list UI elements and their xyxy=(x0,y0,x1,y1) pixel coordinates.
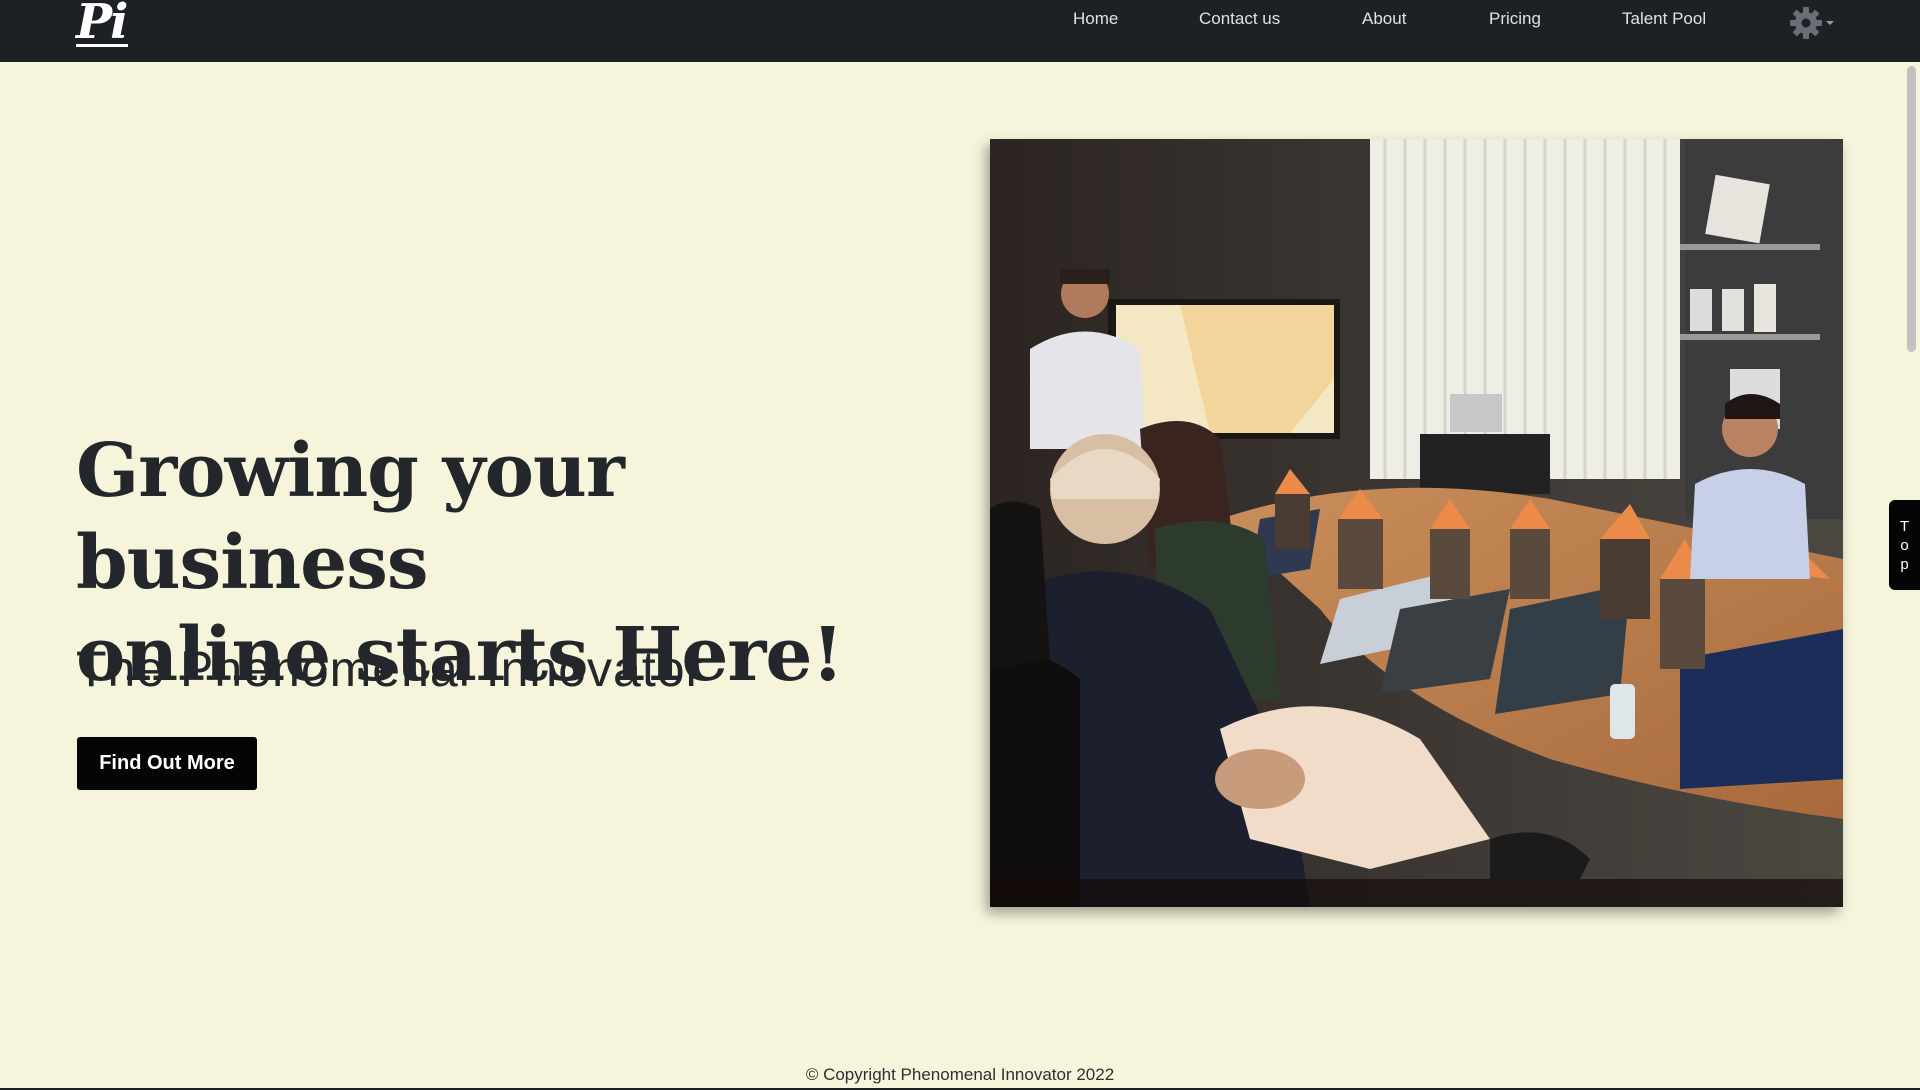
nav-link-about[interactable]: About xyxy=(1362,9,1406,29)
hero-photo xyxy=(990,139,1843,907)
nav-link-talent-pool[interactable]: Talent Pool xyxy=(1622,9,1706,29)
scrollbar-thumb[interactable] xyxy=(1907,66,1916,352)
navbar: Pi Home Contact us About Pricing Talent … xyxy=(0,0,1920,62)
footer-copyright: © Copyright Phenomenal Innovator 2022 xyxy=(805,1065,1115,1084)
hero-title-line-1: Growing your business xyxy=(76,428,625,606)
settings-dropdown[interactable] xyxy=(1789,6,1837,40)
find-out-more-button[interactable]: Find Out More xyxy=(77,737,257,790)
logo[interactable]: Pi xyxy=(76,0,128,48)
hero-subtitle: The Phenomenal Innovator xyxy=(76,641,704,697)
logo-underline xyxy=(76,44,128,47)
gear-icon xyxy=(1790,7,1834,39)
nav-link-pricing[interactable]: Pricing xyxy=(1489,9,1541,29)
chevron-down-icon xyxy=(1826,21,1834,25)
meeting-room-illustration xyxy=(990,139,1843,907)
nav-link-home[interactable]: Home xyxy=(1073,9,1118,29)
nav-link-contact-us[interactable]: Contact us xyxy=(1199,9,1280,29)
